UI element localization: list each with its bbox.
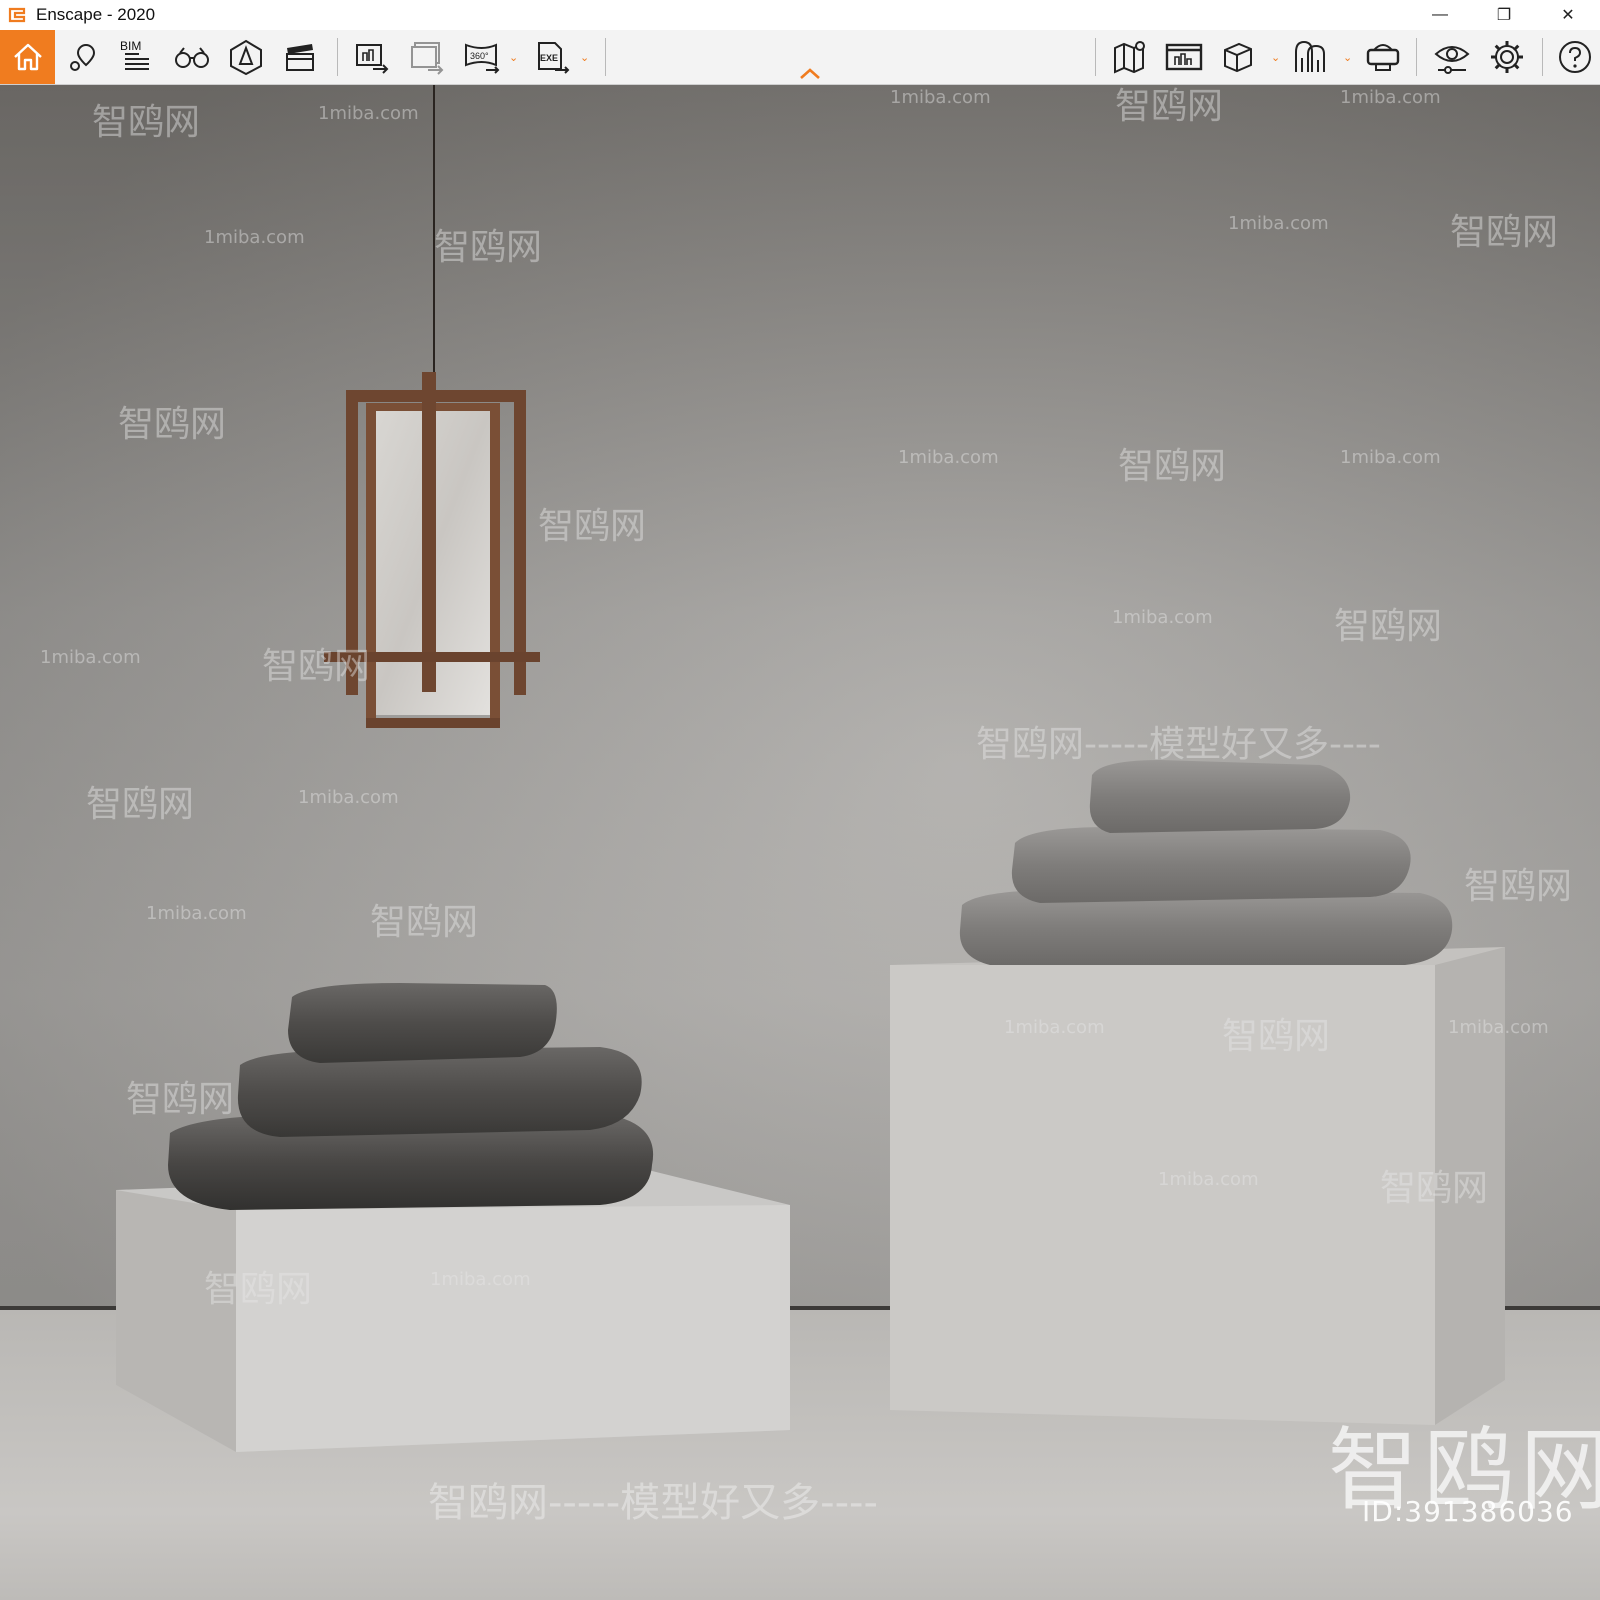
- watermark-brand: 智鸥网: [1115, 86, 1224, 127]
- settings-icon: [1491, 41, 1523, 73]
- toolbar-separator: [1542, 38, 1543, 76]
- light-view-button[interactable]: [224, 30, 268, 84]
- cube-icon: [1224, 42, 1252, 73]
- exe-export-button[interactable]: EXE: [530, 30, 574, 84]
- scene-render: [116, 85, 1505, 1452]
- asset-dropdown-chevron-icon[interactable]: ⌄: [1343, 51, 1352, 64]
- vr-headset-icon: [1366, 44, 1400, 71]
- close-button[interactable]: ✕: [1536, 0, 1600, 30]
- monitor-button[interactable]: [1162, 30, 1206, 84]
- visual-settings-icon: [1434, 46, 1470, 74]
- watermark-brand: 智鸥网: [204, 1269, 313, 1310]
- right-stone-stack: [959, 760, 1453, 965]
- watermark-site: 1miba.com: [146, 903, 247, 924]
- watermark-site: 1miba.com: [1340, 87, 1441, 108]
- watermark-site: 1miba.com: [1112, 607, 1213, 628]
- watermark-slogan-bottom: 智鸥网-----模型好又多----: [428, 1480, 878, 1526]
- watermark-brand: 智鸥网: [1334, 606, 1443, 647]
- home-button[interactable]: [0, 30, 55, 84]
- watermark-brand: 智鸥网: [1380, 1168, 1489, 1209]
- pendant-lamp: [324, 85, 540, 728]
- watermark-site: 1miba.com: [898, 447, 999, 468]
- cube-dropdown-chevron-icon[interactable]: ⌄: [1271, 51, 1280, 64]
- bim-label: BIM: [120, 39, 142, 53]
- panorama-dropdown-chevron-icon[interactable]: ⌄: [509, 51, 518, 64]
- watermark-brand: 智鸥网: [86, 784, 195, 825]
- watermark-id: ID:391386036: [1362, 1495, 1574, 1528]
- panorama-button[interactable]: 360°: [460, 30, 504, 84]
- watermark-brand: 智鸥网: [118, 404, 227, 445]
- batch-render-button[interactable]: [405, 30, 449, 84]
- map-icon: [1114, 41, 1145, 74]
- asset-library-icon: [1295, 40, 1325, 72]
- panorama-360-icon: 360°: [465, 43, 500, 74]
- watermark-brand: 智鸥网: [1222, 1016, 1331, 1057]
- watermark-site: 1miba.com: [1158, 1169, 1259, 1190]
- svg-text:360°: 360°: [470, 51, 489, 61]
- window-controls: — ❐ ✕: [1408, 0, 1600, 30]
- watermark-site: 1miba.com: [298, 787, 399, 808]
- toolbar-separator: [337, 38, 338, 76]
- watermark-brand: 智鸥网: [1118, 446, 1227, 487]
- render-viewport[interactable]: 1miba.com 智鸥网 1miba.com 智鸥网 1miba.com 1m…: [0, 85, 1600, 1600]
- clapperboard-icon: [286, 44, 314, 71]
- map-button[interactable]: [1108, 30, 1152, 84]
- minimize-button[interactable]: —: [1408, 0, 1472, 30]
- toolbar-separator: [605, 38, 606, 76]
- watermark-site: 1miba.com: [1004, 1017, 1105, 1038]
- light-view-icon: [230, 39, 262, 76]
- watermark-brand: 智鸥网: [434, 227, 543, 268]
- watermark-brand: 智鸥网: [1464, 866, 1573, 907]
- watermark-brand: 智鸥网: [538, 506, 647, 547]
- restore-button[interactable]: ❐: [1472, 0, 1536, 30]
- collapse-toolbar-chevron-icon[interactable]: [798, 66, 822, 85]
- title-bar: Enscape - 2020 — ❐ ✕: [0, 0, 1600, 30]
- exe-dropdown-chevron-icon[interactable]: ⌄: [580, 51, 589, 64]
- screenshot-export-icon: [356, 44, 389, 74]
- monitor-icon: [1165, 43, 1203, 71]
- exe-export-icon: EXE: [538, 42, 570, 74]
- watermark-brand: 智鸥网: [262, 646, 371, 687]
- enscape-logo-icon: [6, 4, 28, 26]
- toolbar: BIM 360° ⌄ EXE ⌄ ⌄ ⌄: [0, 30, 1600, 85]
- watermark-slogan: 智鸥网-----模型好又多----: [976, 724, 1381, 765]
- visual-settings-button[interactable]: [1430, 30, 1474, 84]
- watermark-site: 1miba.com: [40, 647, 141, 668]
- help-icon: [1559, 41, 1591, 73]
- vr-headset-button[interactable]: [1362, 30, 1406, 84]
- binoculars-icon: [175, 47, 209, 68]
- left-stone-stack: [168, 983, 654, 1210]
- svg-text:EXE: EXE: [540, 53, 558, 63]
- screenshot-button[interactable]: [350, 30, 394, 84]
- watermark-site: 1miba.com: [1340, 447, 1441, 468]
- toolbar-separator: [1095, 38, 1096, 76]
- watermark-brand: 智鸥网: [1450, 212, 1559, 253]
- watermark-brand: 智鸥网: [126, 1079, 235, 1120]
- watermark-site: 1miba.com: [1228, 213, 1329, 234]
- views-button[interactable]: [62, 30, 106, 84]
- watermark-brand: 智鸥网: [370, 902, 479, 943]
- watermark-site: 1miba.com: [430, 1269, 531, 1290]
- home-icon: [13, 43, 42, 71]
- location-pin-icon: [70, 43, 96, 71]
- watermark-site: 1miba.com: [318, 103, 419, 124]
- batch-render-icon: [411, 42, 444, 75]
- cube-button[interactable]: [1216, 30, 1260, 84]
- help-button[interactable]: [1553, 30, 1597, 84]
- asset-library-button[interactable]: [1290, 30, 1334, 84]
- settings-button[interactable]: [1485, 30, 1529, 84]
- window-title: Enscape - 2020: [36, 5, 156, 24]
- toolbar-separator: [1416, 38, 1417, 76]
- watermark-brand: 智鸥网: [92, 102, 201, 143]
- video-editor-button[interactable]: [278, 30, 322, 84]
- watermark-site: 1miba.com: [890, 87, 991, 108]
- watermark-site: 1miba.com: [204, 227, 305, 248]
- watermark-site: 1miba.com: [1448, 1017, 1549, 1038]
- binoculars-button[interactable]: [170, 30, 214, 84]
